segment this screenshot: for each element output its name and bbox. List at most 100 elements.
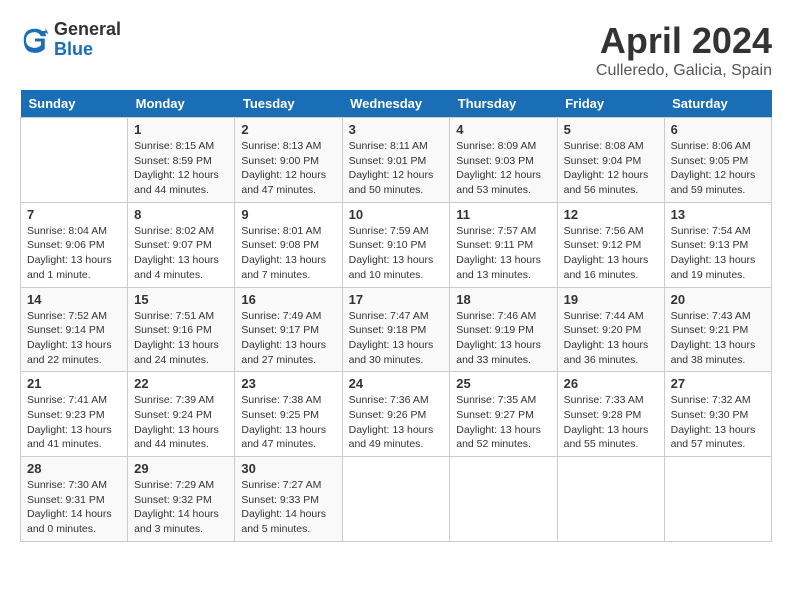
day-number: 2: [241, 122, 335, 137]
day-info: Sunrise: 8:13 AM Sunset: 9:00 PM Dayligh…: [241, 139, 335, 198]
day-number: 14: [27, 292, 121, 307]
day-number: 23: [241, 376, 335, 391]
day-info: Sunrise: 7:46 AM Sunset: 9:19 PM Dayligh…: [456, 309, 550, 368]
day-info: Sunrise: 8:08 AM Sunset: 9:04 PM Dayligh…: [564, 139, 658, 198]
day-cell: [450, 457, 557, 542]
day-cell: 20Sunrise: 7:43 AM Sunset: 9:21 PM Dayli…: [664, 287, 771, 372]
day-number: 27: [671, 376, 765, 391]
day-number: 17: [349, 292, 444, 307]
logo-general-text: General: [54, 20, 121, 40]
day-info: Sunrise: 8:02 AM Sunset: 9:07 PM Dayligh…: [134, 224, 228, 283]
day-cell: 9Sunrise: 8:01 AM Sunset: 9:08 PM Daylig…: [235, 202, 342, 287]
day-number: 11: [456, 207, 550, 222]
week-row-2: 7Sunrise: 8:04 AM Sunset: 9:06 PM Daylig…: [21, 202, 772, 287]
day-info: Sunrise: 7:57 AM Sunset: 9:11 PM Dayligh…: [456, 224, 550, 283]
day-info: Sunrise: 8:15 AM Sunset: 8:59 PM Dayligh…: [134, 139, 228, 198]
day-number: 4: [456, 122, 550, 137]
day-cell: [557, 457, 664, 542]
day-cell: [21, 118, 128, 203]
day-info: Sunrise: 7:30 AM Sunset: 9:31 PM Dayligh…: [27, 478, 121, 537]
week-row-5: 28 Sunrise: 7:30 AM Sunset: 9:31 PM Dayli…: [21, 457, 772, 542]
day-number: 12: [564, 207, 658, 222]
day-number: 8: [134, 207, 228, 222]
day-cell: [342, 457, 450, 542]
day-info: Sunrise: 7:59 AM Sunset: 9:10 PM Dayligh…: [349, 224, 444, 283]
day-cell: 19 Sunrise: 7:44 AM Sunset: 9:20 PM Dayli…: [557, 287, 664, 372]
day-number: 19: [564, 292, 658, 307]
day-info: Sunrise: 7:33 AM Sunset: 9:28 PM Dayligh…: [564, 393, 658, 452]
day-info: Sunrise: 8:01 AM Sunset: 9:08 PM Dayligh…: [241, 224, 335, 283]
day-info: Sunrise: 7:54 AM Sunset: 9:13 PM Dayligh…: [671, 224, 765, 283]
day-number: 18: [456, 292, 550, 307]
header-row: SundayMondayTuesdayWednesdayThursdayFrid…: [21, 90, 772, 118]
column-header-monday: Monday: [128, 90, 235, 118]
day-info: Sunrise: 8:11 AM Sunset: 9:01 PM Dayligh…: [349, 139, 444, 198]
day-cell: 8 Sunrise: 8:02 AM Sunset: 9:07 PM Daylig…: [128, 202, 235, 287]
day-info: Sunrise: 7:56 AM Sunset: 9:12 PM Dayligh…: [564, 224, 658, 283]
day-number: 22: [134, 376, 228, 391]
day-cell: 5 Sunrise: 8:08 AM Sunset: 9:04 PM Daylig…: [557, 118, 664, 203]
week-row-3: 14 Sunrise: 7:52 AM Sunset: 9:14 PM Dayli…: [21, 287, 772, 372]
day-number: 13: [671, 207, 765, 222]
page-header: General Blue April 2024 Culleredo, Galic…: [20, 20, 772, 80]
day-cell: 24Sunrise: 7:36 AM Sunset: 9:26 PM Dayli…: [342, 372, 450, 457]
day-number: 21: [27, 376, 121, 391]
calendar-table: SundayMondayTuesdayWednesdayThursdayFrid…: [20, 90, 772, 542]
day-number: 10: [349, 207, 444, 222]
logo-blue-text: Blue: [54, 40, 121, 60]
column-header-saturday: Saturday: [664, 90, 771, 118]
day-cell: 12 Sunrise: 7:56 AM Sunset: 9:12 PM Dayli…: [557, 202, 664, 287]
month-title: April 2024: [596, 20, 772, 62]
day-info: Sunrise: 7:44 AM Sunset: 9:20 PM Dayligh…: [564, 309, 658, 368]
day-info: Sunrise: 7:27 AM Sunset: 9:33 PM Dayligh…: [241, 478, 335, 537]
day-number: 3: [349, 122, 444, 137]
day-cell: 22Sunrise: 7:39 AM Sunset: 9:24 PM Dayli…: [128, 372, 235, 457]
column-header-friday: Friday: [557, 90, 664, 118]
day-number: 15: [134, 292, 228, 307]
day-cell: 27 Sunrise: 7:32 AM Sunset: 9:30 PM Dayli…: [664, 372, 771, 457]
day-number: 25: [456, 376, 550, 391]
day-number: 28: [27, 461, 121, 476]
day-cell: 15 Sunrise: 7:51 AM Sunset: 9:16 PM Dayli…: [128, 287, 235, 372]
day-info: Sunrise: 7:52 AM Sunset: 9:14 PM Dayligh…: [27, 309, 121, 368]
location: Culleredo, Galicia, Spain: [596, 62, 772, 80]
day-number: 20: [671, 292, 765, 307]
day-info: Sunrise: 7:41 AM Sunset: 9:23 PM Dayligh…: [27, 393, 121, 452]
day-cell: 29 Sunrise: 7:29 AM Sunset: 9:32 PM Dayli…: [128, 457, 235, 542]
day-info: Sunrise: 7:29 AM Sunset: 9:32 PM Dayligh…: [134, 478, 228, 537]
day-info: Sunrise: 7:36 AM Sunset: 9:26 PM Dayligh…: [349, 393, 444, 452]
day-cell: 17Sunrise: 7:47 AM Sunset: 9:18 PM Dayli…: [342, 287, 450, 372]
day-number: 30: [241, 461, 335, 476]
column-header-thursday: Thursday: [450, 90, 557, 118]
title-area: April 2024 Culleredo, Galicia, Spain: [596, 20, 772, 80]
day-cell: 3 Sunrise: 8:11 AM Sunset: 9:01 PM Daylig…: [342, 118, 450, 203]
day-cell: 13 Sunrise: 7:54 AM Sunset: 9:13 PM Dayli…: [664, 202, 771, 287]
day-info: Sunrise: 7:51 AM Sunset: 9:16 PM Dayligh…: [134, 309, 228, 368]
day-number: 29: [134, 461, 228, 476]
day-number: 6: [671, 122, 765, 137]
day-info: Sunrise: 8:06 AM Sunset: 9:05 PM Dayligh…: [671, 139, 765, 198]
day-cell: 26Sunrise: 7:33 AM Sunset: 9:28 PM Dayli…: [557, 372, 664, 457]
day-cell: 4Sunrise: 8:09 AM Sunset: 9:03 PM Daylig…: [450, 118, 557, 203]
day-cell: 25 Sunrise: 7:35 AM Sunset: 9:27 PM Dayli…: [450, 372, 557, 457]
day-cell: 14 Sunrise: 7:52 AM Sunset: 9:14 PM Dayli…: [21, 287, 128, 372]
column-header-sunday: Sunday: [21, 90, 128, 118]
day-info: Sunrise: 7:49 AM Sunset: 9:17 PM Dayligh…: [241, 309, 335, 368]
day-cell: 2 Sunrise: 8:13 AM Sunset: 9:00 PM Daylig…: [235, 118, 342, 203]
day-info: Sunrise: 7:32 AM Sunset: 9:30 PM Dayligh…: [671, 393, 765, 452]
day-cell: 6 Sunrise: 8:06 AM Sunset: 9:05 PM Daylig…: [664, 118, 771, 203]
day-info: Sunrise: 8:04 AM Sunset: 9:06 PM Dayligh…: [27, 224, 121, 283]
logo-text: General Blue: [54, 20, 121, 60]
day-number: 5: [564, 122, 658, 137]
day-cell: 10 Sunrise: 7:59 AM Sunset: 9:10 PM Dayli…: [342, 202, 450, 287]
column-header-tuesday: Tuesday: [235, 90, 342, 118]
day-cell: 1Sunrise: 8:15 AM Sunset: 8:59 PM Daylig…: [128, 118, 235, 203]
day-cell: 18 Sunrise: 7:46 AM Sunset: 9:19 PM Dayli…: [450, 287, 557, 372]
column-header-wednesday: Wednesday: [342, 90, 450, 118]
day-cell: 21 Sunrise: 7:41 AM Sunset: 9:23 PM Dayli…: [21, 372, 128, 457]
day-cell: 7Sunrise: 8:04 AM Sunset: 9:06 PM Daylig…: [21, 202, 128, 287]
week-row-1: 1Sunrise: 8:15 AM Sunset: 8:59 PM Daylig…: [21, 118, 772, 203]
day-number: 16: [241, 292, 335, 307]
week-row-4: 21 Sunrise: 7:41 AM Sunset: 9:23 PM Dayli…: [21, 372, 772, 457]
day-info: Sunrise: 7:35 AM Sunset: 9:27 PM Dayligh…: [456, 393, 550, 452]
